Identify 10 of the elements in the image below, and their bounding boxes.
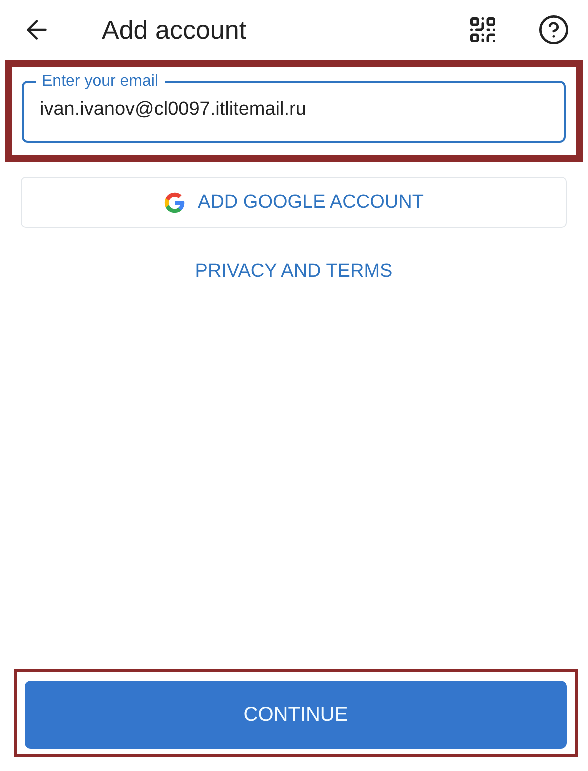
page-title: Add account xyxy=(102,14,248,46)
qr-code-button[interactable] xyxy=(468,15,498,45)
help-button[interactable] xyxy=(538,14,570,46)
email-input[interactable]: ivan.ivanov@cl0097.itlitemail.ru xyxy=(40,95,548,121)
email-field[interactable]: Enter your email ivan.ivanov@cl0097.itlitemail.ru xyxy=(22,73,566,143)
privacy-terms-link[interactable]: PRIVACY AND TERMS xyxy=(195,261,393,283)
google-logo-icon xyxy=(164,192,186,214)
field-label: Enter your email xyxy=(41,73,160,91)
add-google-account-button[interactable]: ADD GOOGLE ACCOUNT xyxy=(21,177,567,228)
continue-button[interactable]: CONTINUE xyxy=(25,681,567,749)
